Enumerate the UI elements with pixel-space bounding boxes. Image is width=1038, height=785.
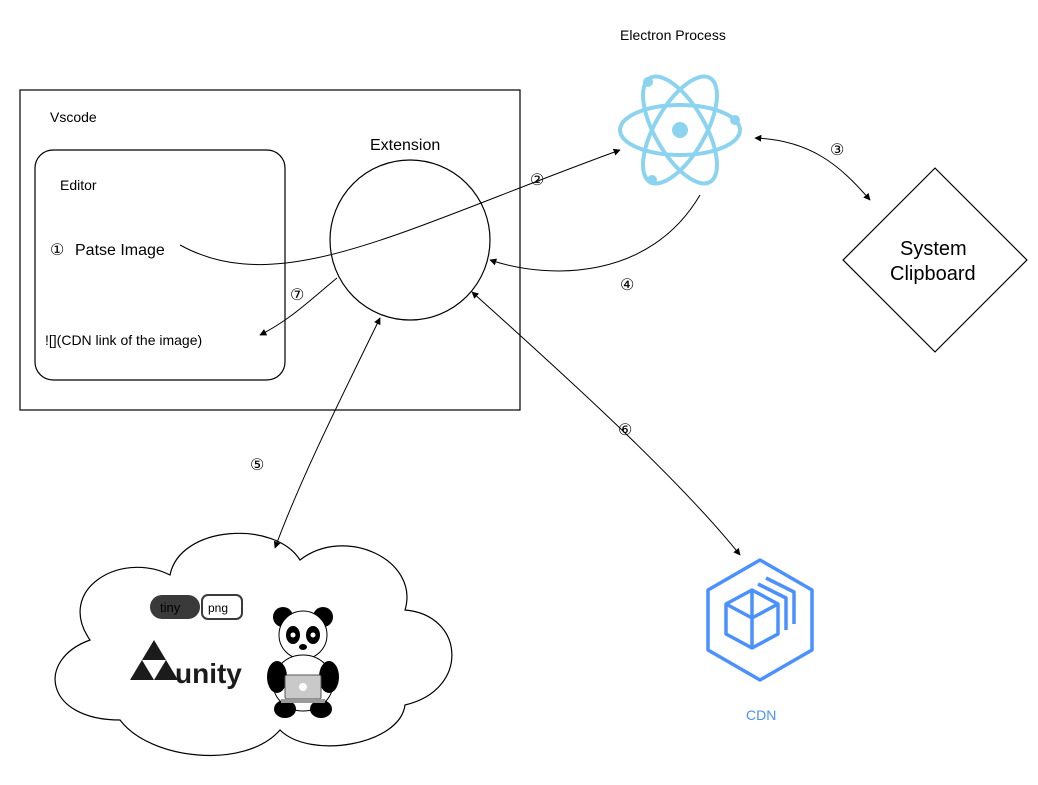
step-2-number: ② (530, 172, 544, 189)
system-clipboard-node: System Clipboard (843, 168, 1027, 352)
step-7-number: ⑦ (290, 287, 304, 304)
arrow-6 (472, 292, 740, 555)
step-5-number: ⑤ (250, 457, 264, 474)
cdn-output-label: ![](CDN link of the image) (45, 332, 202, 348)
services-cloud: tiny png unity (55, 533, 452, 755)
svg-text:png: png (208, 601, 228, 615)
system-clipboard-text-1: System (900, 238, 967, 260)
extension-label: Extension (370, 137, 440, 154)
tinypng-badge: tiny png (150, 595, 242, 619)
system-clipboard-text-2: Clipboard (890, 263, 976, 285)
step-1-number: ① (50, 242, 64, 259)
svg-text:unity: unity (175, 658, 242, 689)
electron-title: Electron Process (620, 27, 726, 43)
svg-text:tiny: tiny (160, 600, 181, 615)
arrow-4 (490, 195, 700, 271)
editor-label: Editor (60, 177, 97, 193)
electron-icon (620, 66, 740, 195)
cdn-label: CDN (746, 707, 776, 723)
arrow-3a (755, 138, 870, 200)
step-4-number: ④ (620, 277, 634, 294)
paste-image-label: Patse Image (75, 242, 165, 259)
vscode-label: Vscode (50, 109, 97, 125)
extension-node (330, 160, 490, 320)
arrow-5 (275, 318, 380, 548)
cdn-icon (708, 560, 812, 680)
step-3-number: ③ (830, 142, 844, 159)
step-6-number: ⑥ (618, 422, 632, 439)
